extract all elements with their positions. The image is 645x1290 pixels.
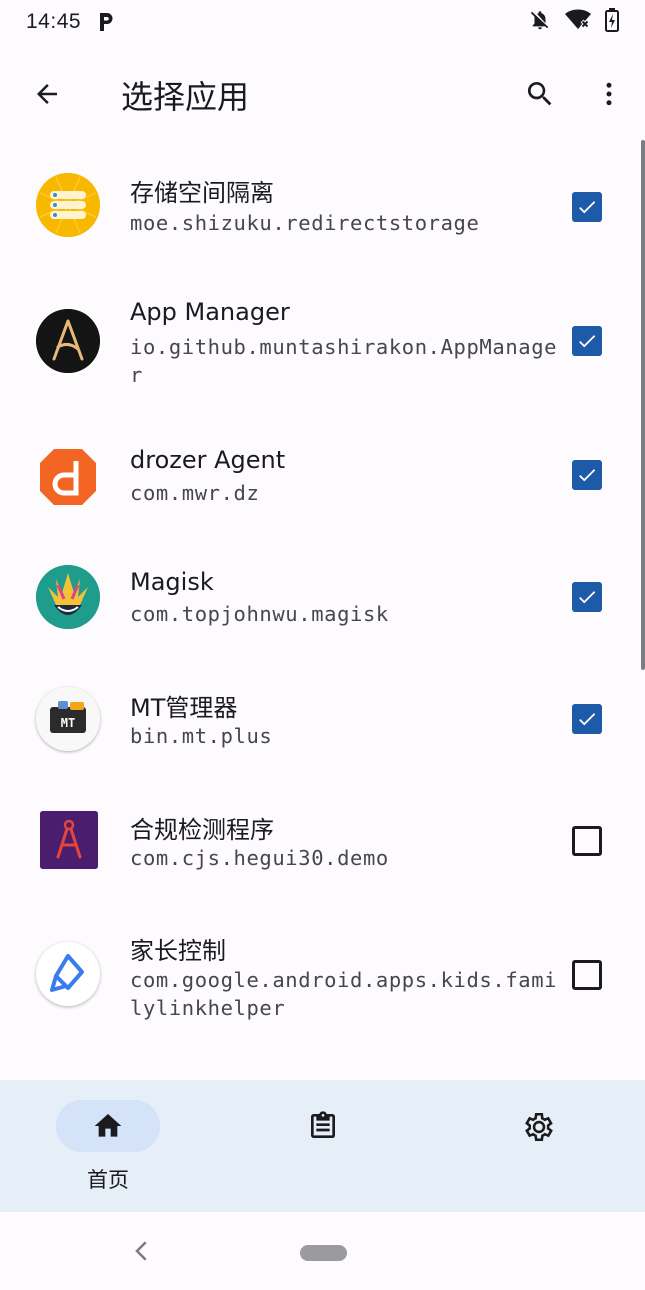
app-bar: 选择应用 <box>0 52 645 136</box>
list-item[interactable]: drozer Agent com.mwr.dz <box>0 440 645 520</box>
app-package: io.github.muntashirakon.AppManager <box>130 335 558 387</box>
svg-text:MT: MT <box>61 716 75 730</box>
mt-manager-icon: MT <box>36 687 100 751</box>
status-time: 14:45 <box>26 10 82 33</box>
nav-item-settings[interactable] <box>486 1100 590 1200</box>
app-name: MT管理器 <box>130 694 238 722</box>
app-name: Magisk <box>130 568 214 596</box>
nav-pill <box>271 1100 375 1152</box>
page-title: 选择应用 <box>121 78 250 116</box>
check-icon <box>579 335 596 348</box>
battery-charging-icon <box>605 7 619 37</box>
status-bar: 14:45 <box>0 0 645 44</box>
bottom-nav: 首页 <box>0 1080 645 1212</box>
clipboard-icon <box>311 1111 335 1138</box>
compass-tool-icon <box>40 811 98 869</box>
nav-item-home[interactable]: 首页 <box>56 1100 160 1200</box>
app-checkbox[interactable] <box>572 460 602 490</box>
app-package: moe.shizuku.redirectstorage <box>130 211 480 235</box>
drozer-icon <box>36 445 100 509</box>
list-item[interactable]: App Manager io.github.muntashirakon.AppM… <box>0 295 645 395</box>
app-name: drozer Agent <box>130 446 286 474</box>
nav-pill <box>56 1100 160 1152</box>
nav-item-logs[interactable] <box>271 1100 375 1200</box>
parking-icon <box>95 11 117 33</box>
more-vert-icon[interactable] <box>585 70 633 118</box>
app-checkbox[interactable] <box>572 704 602 734</box>
app-package: com.cjs.hegui30.demo <box>130 846 389 870</box>
list-item[interactable]: 家长控制 com.google.android.apps.kids.family… <box>0 928 645 1028</box>
app-package: com.mwr.dz <box>130 481 260 505</box>
check-icon <box>579 713 596 726</box>
family-link-icon <box>36 942 100 1006</box>
app-package: bin.mt.plus <box>130 724 273 748</box>
list-item[interactable]: 合规检测程序 com.cjs.hegui30.demo <box>0 806 645 886</box>
app-checkbox[interactable] <box>572 826 602 856</box>
settings-icon <box>525 1112 553 1142</box>
app-checkbox[interactable] <box>572 960 602 990</box>
app-name: App Manager <box>130 298 290 326</box>
app-checkbox[interactable] <box>572 582 602 612</box>
bell-off-icon <box>529 9 551 36</box>
system-nav-bar <box>0 1212 645 1290</box>
app-name: 家长控制 <box>130 937 226 965</box>
nav-pill <box>486 1100 590 1152</box>
check-icon <box>579 201 596 214</box>
app-manager-icon <box>36 309 100 373</box>
check-icon <box>579 469 596 482</box>
storage-redirect-icon <box>36 173 100 237</box>
list-item[interactable]: Magisk com.topjohnwu.magisk <box>0 562 645 642</box>
nav-label: 首页 <box>87 1168 129 1192</box>
wifi-off-icon <box>565 9 591 36</box>
app-package: com.google.android.apps.kids.familylinkh… <box>130 968 558 1020</box>
list-item[interactable]: 存储空间隔离 moe.shizuku.redirectstorage <box>0 165 645 255</box>
app-checkbox[interactable] <box>572 326 602 356</box>
app-name: 合规检测程序 <box>130 816 274 844</box>
home-icon <box>94 1114 122 1137</box>
app-checkbox[interactable] <box>572 192 602 222</box>
search-icon[interactable] <box>516 70 564 118</box>
system-home-pill[interactable] <box>300 1245 347 1261</box>
back-arrow-icon[interactable] <box>23 70 71 118</box>
app-package: com.topjohnwu.magisk <box>130 602 389 626</box>
app-name: 存储空间隔离 <box>130 179 274 207</box>
system-back-icon[interactable] <box>130 1238 152 1268</box>
list-item[interactable]: MT MT管理器 bin.mt.plus <box>0 684 645 764</box>
check-icon <box>579 591 596 604</box>
magisk-icon <box>36 565 100 629</box>
